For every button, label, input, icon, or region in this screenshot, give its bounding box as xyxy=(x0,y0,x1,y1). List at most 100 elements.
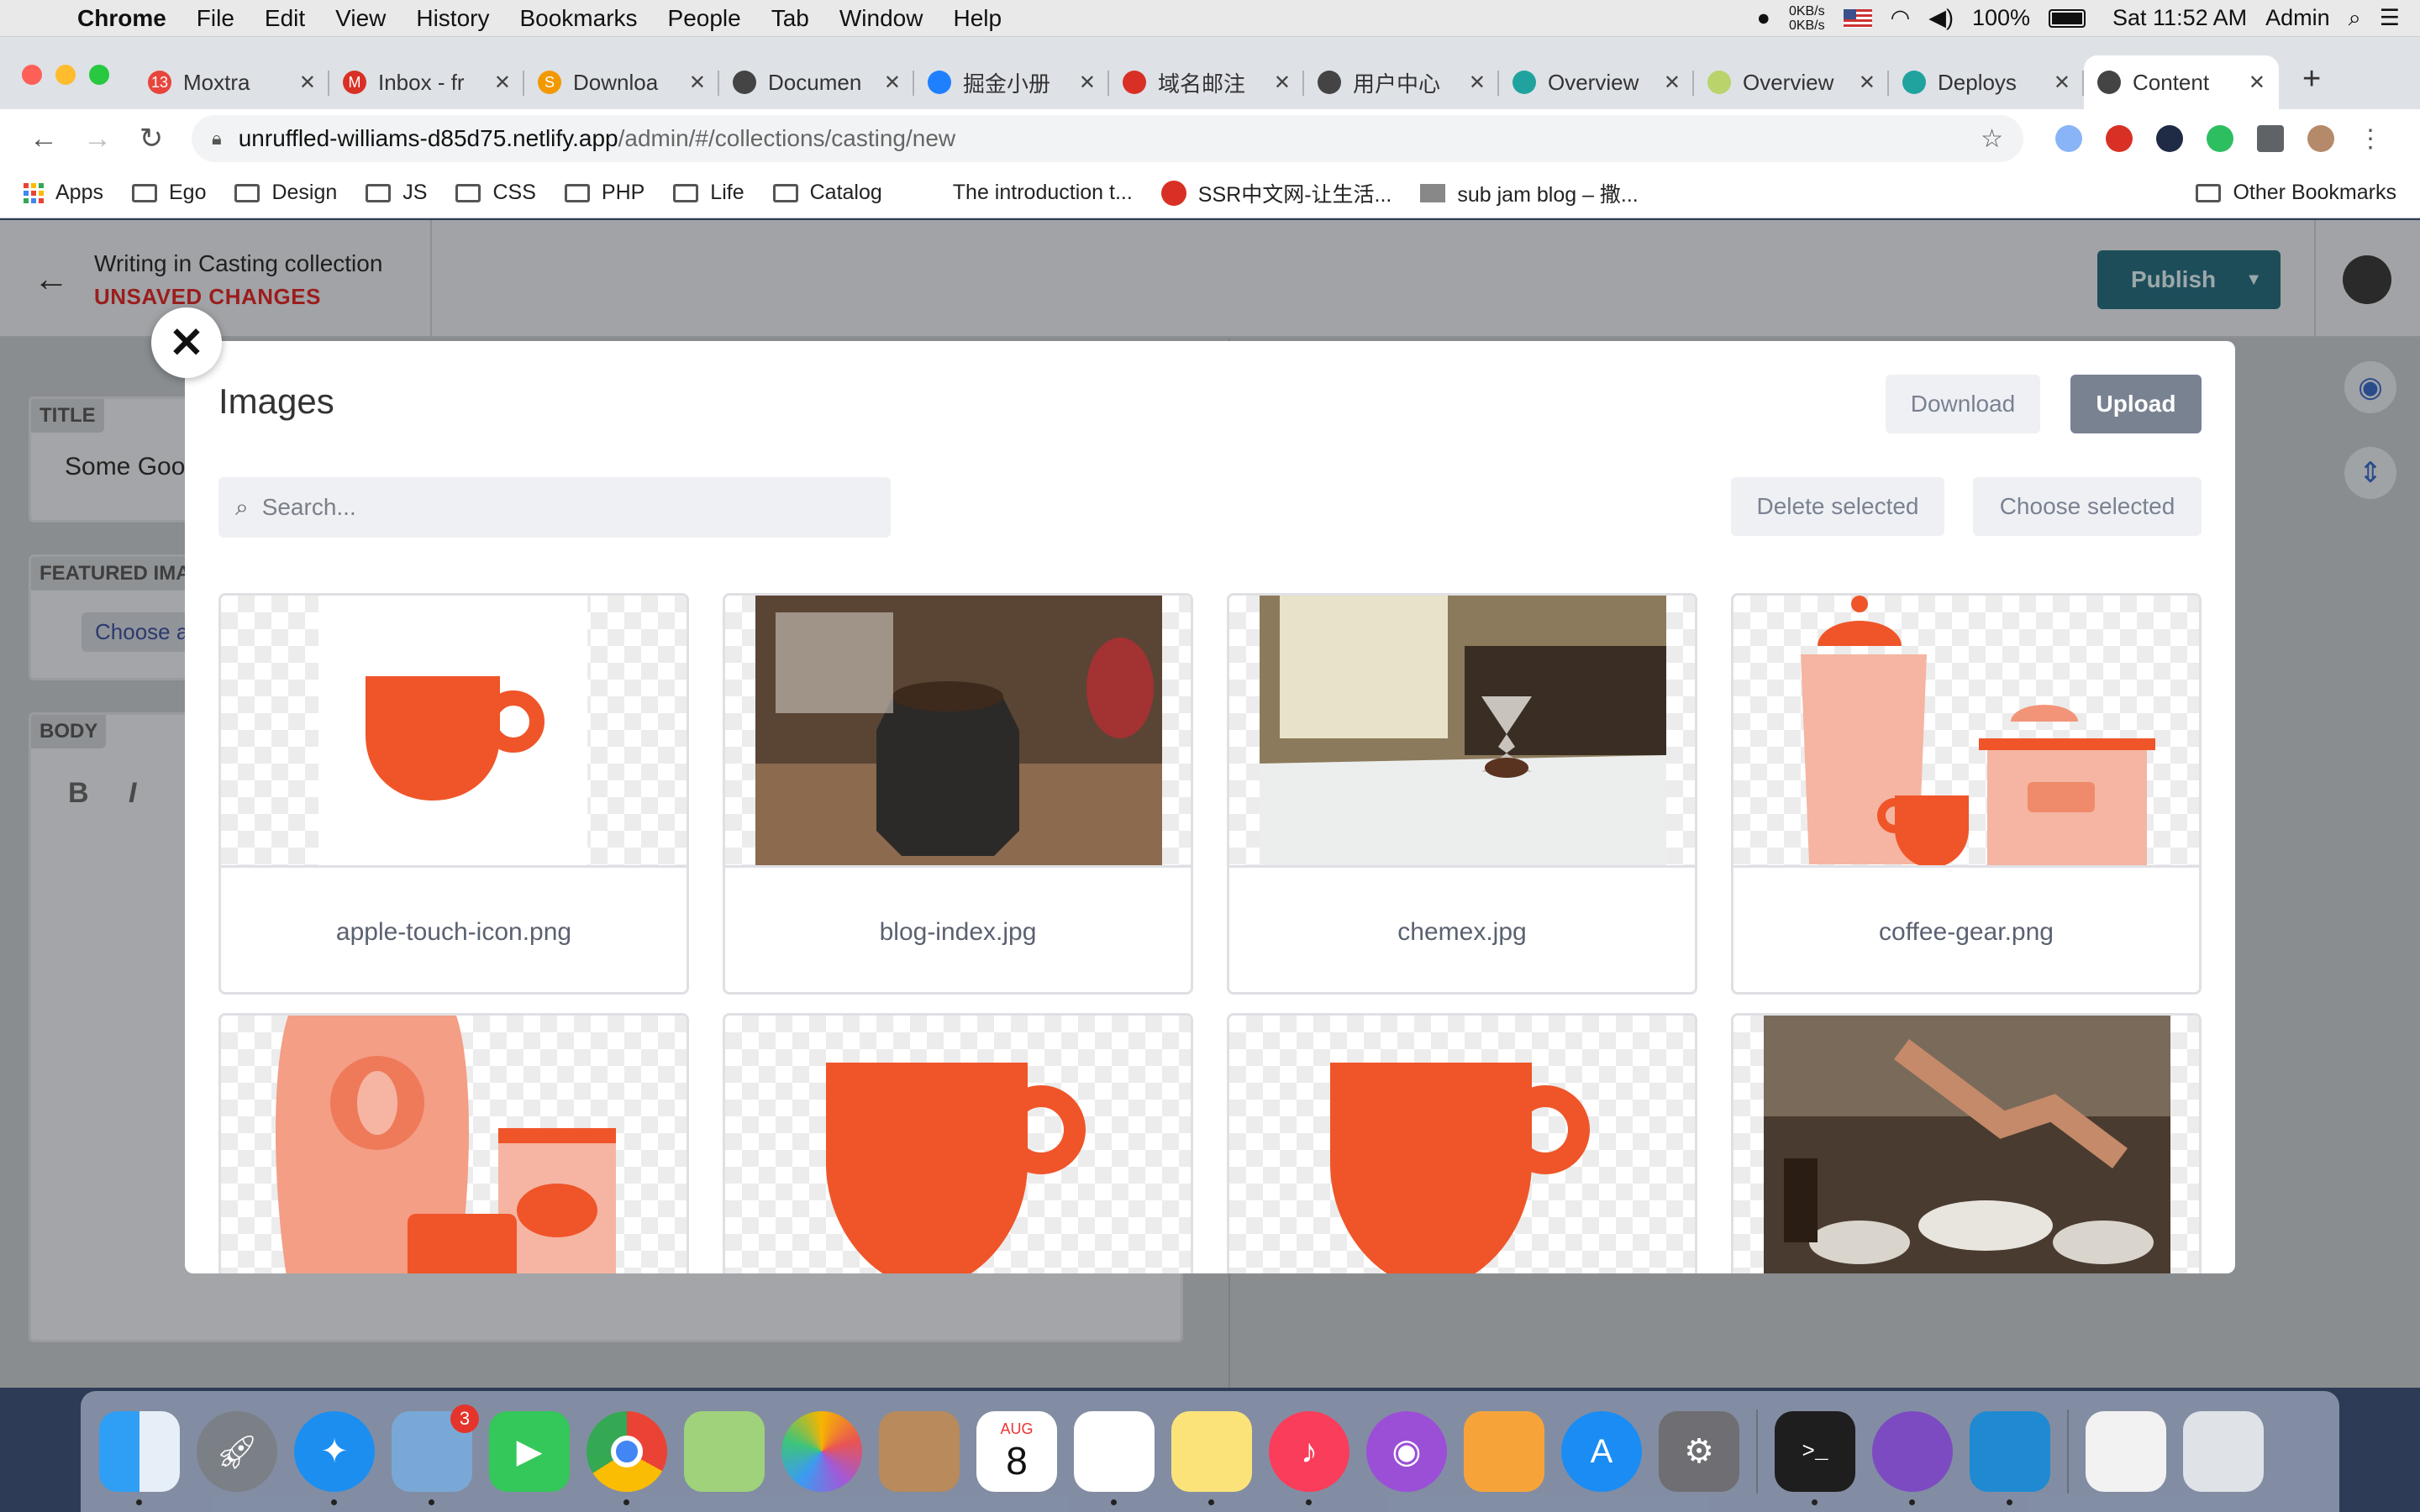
browser-tab[interactable]: Deploys ✕ xyxy=(1889,55,2084,109)
chrome-menu-icon[interactable]: ⋮ xyxy=(2358,124,2383,154)
menu-help[interactable]: Help xyxy=(953,5,1002,32)
safari-icon[interactable]: ✦ xyxy=(294,1411,375,1505)
photos-icon[interactable] xyxy=(781,1411,862,1492)
bold-button[interactable]: B xyxy=(68,777,89,810)
media-card[interactable] xyxy=(723,1013,1193,1273)
close-tab-icon[interactable]: ✕ xyxy=(299,71,316,95)
evernote-icon[interactable] xyxy=(2207,125,2233,152)
menu-window[interactable]: Window xyxy=(839,5,923,32)
menu-edit[interactable]: Edit xyxy=(265,5,305,32)
podcasts-icon[interactable]: ◉ xyxy=(1366,1411,1447,1492)
close-tab-icon[interactable]: ✕ xyxy=(1274,71,1291,95)
address-bar[interactable]: 🔒︎ unruffled-williams-d85d75.netlify.app… xyxy=(192,115,2023,162)
delete-selected-button[interactable]: Delete selected xyxy=(1731,477,1944,536)
menu-tab[interactable]: Tab xyxy=(771,5,809,32)
close-tab-icon[interactable]: ✕ xyxy=(689,71,706,95)
browser-tab[interactable]: 域名邮注 ✕ xyxy=(1109,55,1304,109)
media-card[interactable] xyxy=(1731,1013,2202,1273)
menu-chrome[interactable]: Chrome xyxy=(77,5,166,32)
user-avatar[interactable] xyxy=(2343,255,2391,304)
bookmark-js[interactable]: JS xyxy=(366,181,427,205)
browser-tab[interactable]: Overview ✕ xyxy=(1499,55,1694,109)
react-devtools-icon[interactable] xyxy=(2156,125,2183,152)
github-desktop-icon[interactable] xyxy=(1872,1411,1953,1505)
close-modal-button[interactable]: ✕ xyxy=(151,307,222,378)
puzzle-extensions-icon[interactable] xyxy=(2257,125,2284,152)
bookmark-php[interactable]: PHP xyxy=(564,181,644,205)
search-input[interactable] xyxy=(261,494,850,521)
launchpad-icon[interactable]: 🚀︎ xyxy=(197,1411,277,1492)
bookmark-apps[interactable]: Apps xyxy=(24,181,103,205)
browser-tab[interactable]: 13 Moxtra ✕ xyxy=(134,55,329,109)
reminders-icon[interactable] xyxy=(1074,1411,1155,1505)
media-card[interactable]: apple-touch-icon.png xyxy=(218,593,689,995)
spotlight-icon[interactable]: ⌕ xyxy=(2349,5,2361,32)
zoom-window-button[interactable] xyxy=(89,65,109,85)
facetime-icon[interactable]: ▶ xyxy=(489,1411,570,1492)
chrome-icon[interactable] xyxy=(587,1411,667,1505)
menu-history[interactable]: History xyxy=(416,5,489,32)
back-arrow-icon[interactable]: ← xyxy=(17,123,71,155)
bookmark-sub-jam[interactable]: sub jam blog – 撒... xyxy=(1420,178,1639,208)
media-card[interactable] xyxy=(218,1013,689,1273)
close-tab-icon[interactable]: ✕ xyxy=(1664,71,1681,95)
extension-circle-icon[interactable] xyxy=(2055,125,2082,152)
wifi-icon[interactable]: ◠ xyxy=(1891,5,1911,31)
eye-icon[interactable]: ◉ xyxy=(2344,361,2396,413)
close-tab-icon[interactable]: ✕ xyxy=(1469,71,1486,95)
app-store-icon[interactable]: A xyxy=(1561,1411,1642,1492)
bookmark-css[interactable]: CSS xyxy=(455,181,536,205)
system-preferences-icon[interactable]: ⚙ xyxy=(1659,1411,1739,1492)
adblock-icon[interactable] xyxy=(2106,125,2133,152)
mail-icon[interactable]: 3 xyxy=(392,1404,479,1505)
close-tab-icon[interactable]: ✕ xyxy=(1859,71,1876,95)
browser-tab[interactable]: Overview ✕ xyxy=(1694,55,1889,109)
upload-button[interactable]: Upload xyxy=(2070,375,2202,433)
clock[interactable]: Sat 11:52 AM xyxy=(2112,5,2247,31)
browser-tab[interactable]: 用户中心 ✕ xyxy=(1304,55,1499,109)
notes-icon[interactable] xyxy=(1171,1411,1252,1505)
menu-file[interactable]: File xyxy=(197,5,234,32)
menu-people[interactable]: People xyxy=(668,5,741,32)
document-icon[interactable] xyxy=(2086,1411,2166,1492)
bookmark-star-icon[interactable]: ☆ xyxy=(1981,124,2003,154)
browser-tab[interactable]: 掘金小册 ✕ xyxy=(914,55,1109,109)
browser-tab[interactable]: Documen ✕ xyxy=(719,55,914,109)
italic-button[interactable]: I xyxy=(129,777,136,810)
media-card[interactable]: coffee-gear.png xyxy=(1731,593,2202,995)
volume-icon[interactable]: ◀) xyxy=(1928,5,1954,31)
notification-center-icon[interactable]: ☰ xyxy=(2380,5,2400,31)
bookmark-introduction[interactable]: The introduction t... xyxy=(953,181,1133,205)
forward-arrow-icon[interactable]: → xyxy=(71,123,124,155)
user-menu[interactable]: Admin xyxy=(2265,5,2330,31)
choose-selected-button[interactable]: Choose selected xyxy=(1973,477,2202,536)
terminal-icon[interactable]: >_ xyxy=(1775,1411,1855,1505)
calendar-icon[interactable]: AUG 8 xyxy=(976,1411,1057,1492)
maps-icon[interactable] xyxy=(684,1411,765,1492)
trash-icon[interactable] xyxy=(2183,1411,2264,1492)
media-card[interactable]: blog-index.jpg xyxy=(723,593,1193,995)
bookmark-life[interactable]: Life xyxy=(673,181,744,205)
finder-icon[interactable] xyxy=(99,1411,180,1505)
us-flag-icon[interactable] xyxy=(1843,8,1872,28)
download-button[interactable]: Download xyxy=(1886,375,2040,433)
pages-icon[interactable] xyxy=(1464,1411,1544,1492)
battery-icon[interactable] xyxy=(2049,8,2086,28)
close-window-button[interactable] xyxy=(22,65,42,85)
browser-tab[interactable]: Content ✕ xyxy=(2084,55,2279,109)
bookmark-other[interactable]: Other Bookmarks xyxy=(2196,181,2396,205)
vscode-icon[interactable] xyxy=(1970,1411,2050,1505)
close-tab-icon[interactable]: ✕ xyxy=(884,71,901,95)
bookmark-ssr[interactable]: SSR中文网-让生活... xyxy=(1160,178,1392,208)
cat-icon[interactable]: ● xyxy=(1757,5,1770,31)
menu-view[interactable]: View xyxy=(335,5,386,32)
close-tab-icon[interactable]: ✕ xyxy=(2054,71,2070,95)
reload-icon[interactable]: ↻ xyxy=(124,122,178,155)
bookmark-ego[interactable]: Ego xyxy=(131,181,206,205)
music-icon[interactable]: ♪ xyxy=(1269,1411,1349,1505)
bookmark-design[interactable]: Design xyxy=(234,181,337,205)
title-input[interactable]: Some Goo xyxy=(65,453,185,481)
browser-tab[interactable]: M Inbox - fr ✕ xyxy=(329,55,524,109)
media-card[interactable]: chemex.jpg xyxy=(1227,593,1697,995)
close-tab-icon[interactable]: ✕ xyxy=(2249,71,2265,95)
